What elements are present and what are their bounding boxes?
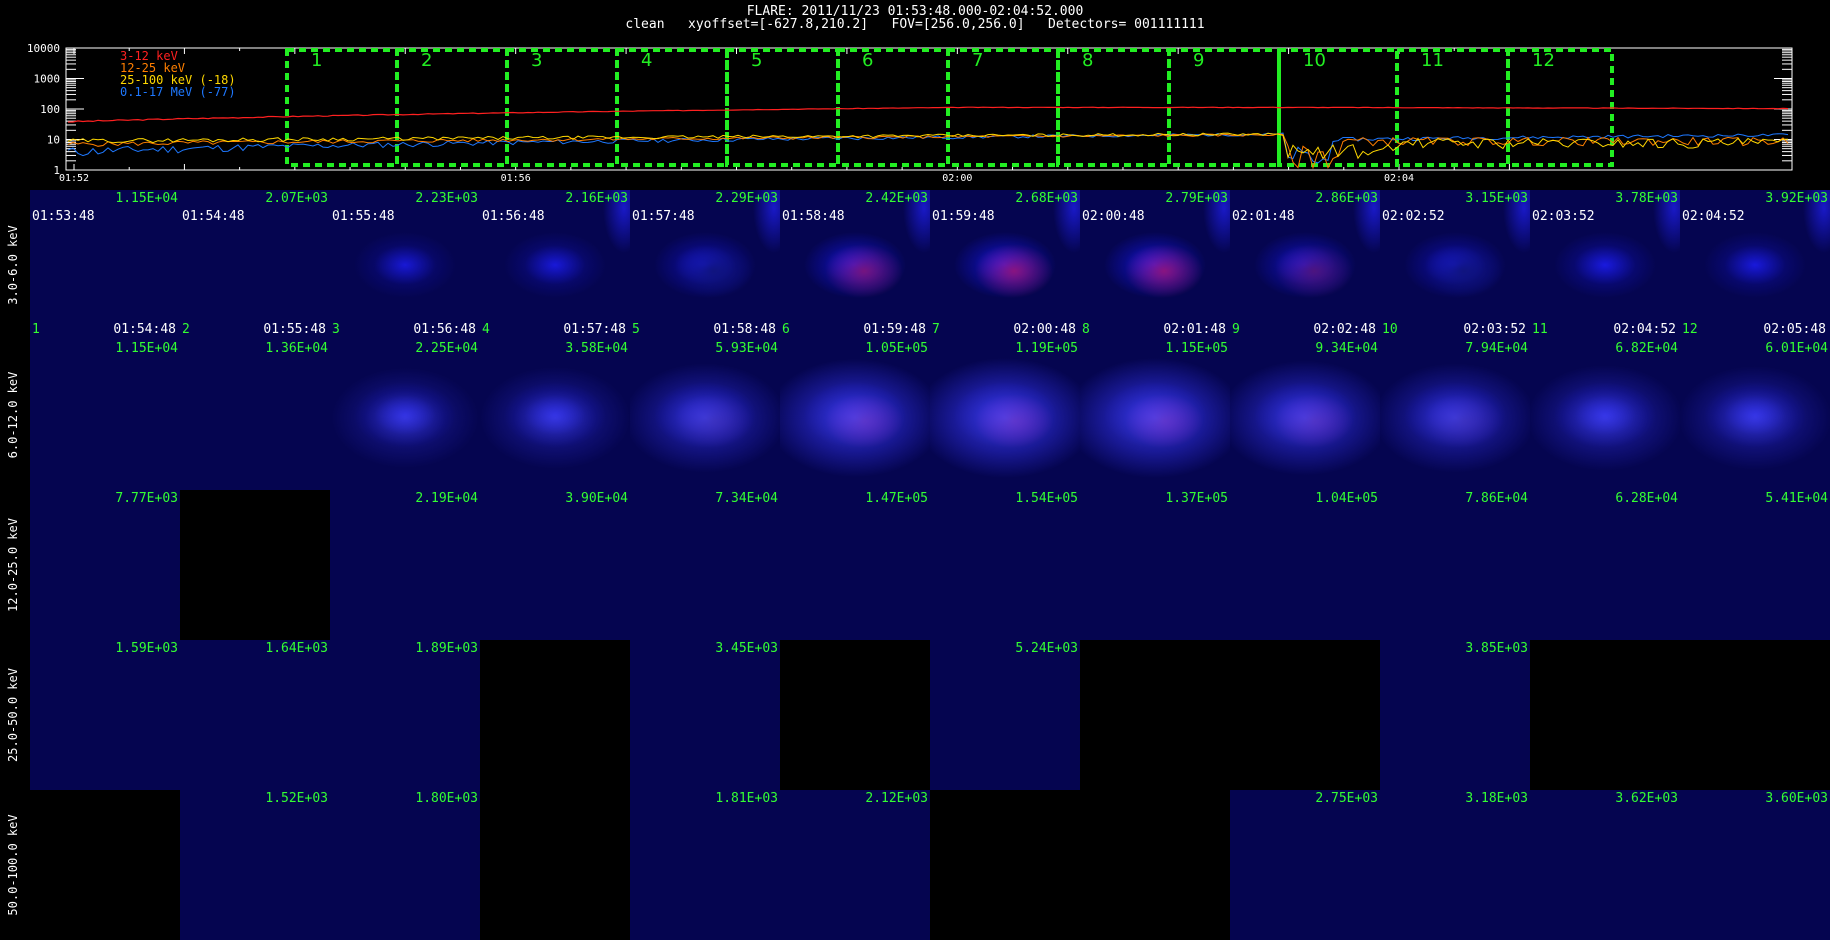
- interval-label: 3: [531, 50, 542, 71]
- x-tick-label: 01:52: [59, 173, 89, 182]
- y-tick-label: 100: [40, 103, 60, 116]
- x-tick-label: 01:56: [501, 173, 531, 182]
- x-tick-label: 02:04: [1384, 173, 1414, 182]
- interval-label: 10: [1303, 50, 1326, 71]
- interval-label: 7: [972, 50, 983, 71]
- y-tick-label: 10000: [27, 44, 60, 55]
- interval-label: 2: [421, 50, 432, 71]
- lightcurve-plot: 10000100010010101:52 01:56 02:00 02:043-12 …: [27, 44, 1793, 182]
- interval-label: 4: [641, 50, 652, 71]
- interval-label: 12: [1532, 50, 1555, 71]
- y-tick-label: 1000: [34, 73, 61, 86]
- plot-header: FLARE: 2011/11/23 01:53:48.000-02:04:52.…: [0, 0, 1830, 46]
- interval-box: [615, 48, 729, 167]
- curve-12-25-kev: [67, 133, 1789, 170]
- interval-label: 11: [1421, 50, 1444, 71]
- x-tick-label: 02:00: [942, 173, 972, 182]
- y-tick-label: 10: [47, 134, 60, 147]
- legend-entry: 0.1-17 MeV (-77): [120, 85, 236, 99]
- imaging-parameters: clean xyoffset=[-627.8,210.2] FOV=[256.0…: [625, 17, 1205, 32]
- interval-label: 8: [1082, 50, 1093, 71]
- interval-box: [725, 48, 840, 167]
- interval-label: 1: [311, 50, 322, 71]
- interval-box: [395, 48, 509, 167]
- interval-label: 9: [1193, 50, 1204, 71]
- interval-label: 5: [751, 50, 762, 71]
- curve-0.1-17-mev: [67, 132, 1789, 164]
- interval-box: [285, 48, 399, 167]
- interval-label: 6: [862, 50, 873, 71]
- interval-box: [505, 48, 619, 167]
- curve-3-12-kev: [68, 106, 1789, 123]
